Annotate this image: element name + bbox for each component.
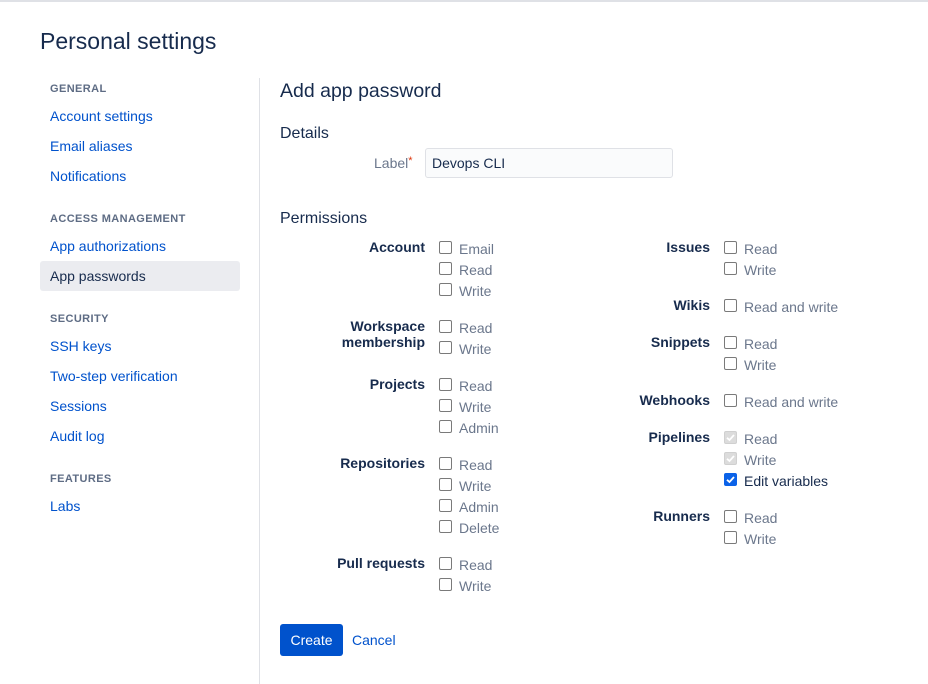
required-marker: *: [408, 155, 413, 167]
sidebar-item-sessions[interactable]: Sessions: [40, 391, 240, 421]
perm-group-issues-label: Issues: [666, 239, 710, 255]
create-button[interactable]: Create: [280, 624, 343, 656]
pipelines-read-option: Read: [744, 431, 778, 447]
sidebar-item-two-step-verification[interactable]: Two-step verification: [40, 361, 240, 391]
checkmark-icon: [726, 476, 735, 484]
workspace-read-checkbox[interactable]: [439, 320, 452, 333]
perm-group-pull-requests-label: Pull requests: [337, 555, 425, 571]
sidebar-item-app-authorizations[interactable]: App authorizations: [40, 231, 240, 261]
runners-read-checkbox[interactable]: [724, 510, 737, 523]
projects-read-checkbox[interactable]: [439, 378, 452, 391]
sidebar-item-audit-log[interactable]: Audit log: [40, 421, 240, 451]
workspace-read-option: Read: [459, 320, 493, 336]
workspace-write-option: Write: [459, 341, 492, 357]
issues-read-option: Read: [744, 241, 778, 257]
account-read-option: Read: [459, 262, 493, 278]
form-title: Add app password: [280, 80, 442, 102]
sidebar-item-account-settings[interactable]: Account settings: [40, 101, 240, 131]
wikis-read-write-option: Read and write: [744, 299, 839, 315]
permissions-heading: Permissions: [280, 210, 368, 227]
projects-admin-checkbox[interactable]: [439, 420, 452, 433]
account-read-checkbox[interactable]: [439, 262, 452, 275]
pipelines-write-option: Write: [744, 452, 777, 468]
projects-write-option: Write: [459, 399, 492, 415]
pipelines-edit-variables-option: Edit variables: [744, 473, 829, 489]
repositories-read-option: Read: [459, 457, 493, 473]
runners-write-checkbox[interactable]: [724, 531, 737, 544]
perm-group-account-label: Account: [369, 239, 425, 255]
snippets-write-option: Write: [744, 357, 777, 373]
content-divider: [259, 78, 260, 684]
pull-requests-read-checkbox[interactable]: [439, 557, 452, 570]
workspace-write-checkbox[interactable]: [439, 341, 452, 354]
perm-group-workspace-membership-label: Workspace membership: [341, 318, 425, 350]
perm-group-runners-label: Runners: [653, 508, 710, 524]
runners-read-option: Read: [744, 510, 778, 526]
repositories-delete-option: Delete: [459, 520, 500, 536]
sidebar-item-notifications[interactable]: Notifications: [40, 161, 240, 191]
issues-write-option: Write: [744, 262, 777, 278]
account-write-checkbox[interactable]: [439, 283, 452, 296]
label-field-label: Label*: [374, 155, 413, 171]
repositories-delete-checkbox[interactable]: [439, 520, 452, 533]
pull-requests-read-option: Read: [459, 557, 493, 573]
pull-requests-write-option: Write: [459, 578, 492, 594]
checkmark-icon: [726, 434, 735, 442]
webhooks-read-write-checkbox[interactable]: [724, 394, 737, 407]
runners-write-option: Write: [744, 531, 777, 547]
projects-write-checkbox[interactable]: [439, 399, 452, 412]
perm-group-repositories-label: Repositories: [340, 455, 425, 471]
sidebar-heading-security: SECURITY: [50, 313, 109, 325]
account-email-checkbox[interactable]: [439, 241, 452, 254]
sidebar-item-ssh-keys[interactable]: SSH keys: [40, 331, 240, 361]
details-heading: Details: [280, 125, 329, 142]
perm-group-wikis-label: Wikis: [673, 297, 710, 313]
snippets-write-checkbox[interactable]: [724, 357, 737, 370]
pull-requests-write-checkbox[interactable]: [439, 578, 452, 591]
projects-read-option: Read: [459, 378, 493, 394]
label-input[interactable]: [425, 148, 673, 178]
snippets-read-checkbox[interactable]: [724, 336, 737, 349]
sidebar-section-security: SECURITY SSH keys Two-step verification …: [40, 313, 240, 451]
repositories-admin-option: Admin: [459, 499, 499, 515]
perm-group-snippets-label: Snippets: [650, 334, 710, 350]
page-title: Personal settings: [40, 28, 217, 54]
account-write-option: Write: [459, 283, 492, 299]
repositories-write-checkbox[interactable]: [439, 478, 452, 491]
wikis-read-write-checkbox[interactable]: [724, 299, 737, 312]
perm-group-pipelines-label: Pipelines: [648, 429, 710, 445]
sidebar-heading-features: FEATURES: [50, 473, 112, 485]
pipelines-read-checkbox[interactable]: [724, 431, 737, 444]
checkmark-icon: [726, 455, 735, 463]
issues-write-checkbox[interactable]: [724, 262, 737, 275]
repositories-write-option: Write: [459, 478, 492, 494]
sidebar-item-app-passwords[interactable]: App passwords: [40, 261, 240, 291]
sidebar-item-email-aliases[interactable]: Email aliases: [40, 131, 240, 161]
perm-group-webhooks-label: Webhooks: [639, 392, 710, 408]
sidebar-section-features: FEATURES Labs: [40, 473, 240, 521]
top-border: [0, 0, 928, 2]
repositories-read-checkbox[interactable]: [439, 457, 452, 470]
repositories-admin-checkbox[interactable]: [439, 499, 452, 512]
sidebar-item-labs[interactable]: Labs: [40, 491, 240, 521]
pipelines-edit-variables-checkbox[interactable]: [724, 473, 737, 486]
sidebar-heading-access-management: ACCESS MANAGEMENT: [50, 213, 186, 225]
cancel-button[interactable]: Cancel: [352, 632, 396, 648]
account-email-option: Email: [459, 241, 495, 257]
projects-admin-option: Admin: [459, 420, 499, 436]
sidebar-heading-general: GENERAL: [50, 83, 107, 95]
webhooks-read-write-option: Read and write: [744, 394, 839, 410]
perm-group-projects-label: Projects: [369, 376, 425, 392]
sidebar-section-general: GENERAL Account settings Email aliases N…: [40, 83, 240, 191]
issues-read-checkbox[interactable]: [724, 241, 737, 254]
snippets-read-option: Read: [744, 336, 778, 352]
sidebar-section-access-management: ACCESS MANAGEMENT App authorizations App…: [40, 213, 240, 291]
pipelines-write-checkbox[interactable]: [724, 452, 737, 465]
